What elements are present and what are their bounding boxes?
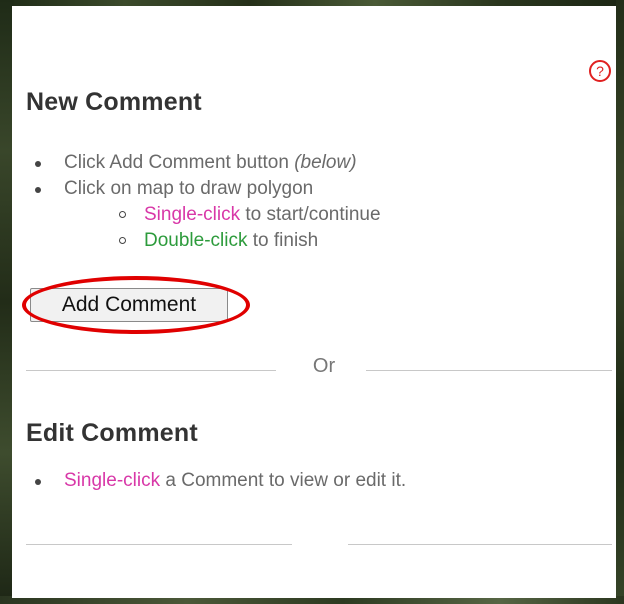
- list-item: Single-click to start/continue: [64, 202, 381, 228]
- step-note: (below): [294, 152, 357, 173]
- step-text: to start/continue: [240, 204, 381, 225]
- edit-comment-title: Edit Comment: [26, 419, 198, 447]
- list-item: Single-click a Comment to view or edit i…: [26, 468, 406, 494]
- divider: [26, 370, 276, 371]
- list-item: Click Add Comment button (below): [26, 150, 381, 176]
- step-text: Click Add Comment button: [64, 152, 295, 173]
- map-background-right[interactable]: [616, 0, 624, 604]
- help-icon[interactable]: ?: [589, 60, 611, 82]
- divider: [366, 370, 612, 371]
- comment-panel: ? New Comment Click Add Comment button (…: [12, 6, 616, 598]
- divider: [348, 544, 612, 545]
- step-text: to finish: [247, 230, 319, 251]
- list-item: Click on map to draw polygon Single-clic…: [26, 176, 381, 254]
- new-comment-title: New Comment: [26, 88, 202, 116]
- list-item: Double-click to finish: [64, 228, 381, 254]
- new-comment-instructions: Click Add Comment button (below) Click o…: [26, 150, 381, 254]
- divider: [26, 544, 292, 545]
- add-comment-button[interactable]: Add Comment: [30, 288, 228, 322]
- or-separator: Or: [312, 355, 336, 377]
- single-click-label: Single-click: [64, 470, 161, 491]
- draw-sub-instructions: Single-click to start/continue Double-cl…: [64, 202, 381, 254]
- step-text: a Comment to view or edit it.: [160, 470, 407, 491]
- single-click-label: Single-click: [144, 204, 241, 225]
- edit-comment-instructions: Single-click a Comment to view or edit i…: [26, 468, 406, 494]
- double-click-label: Double-click: [144, 230, 248, 251]
- step-text: Click on map to draw polygon: [64, 178, 314, 199]
